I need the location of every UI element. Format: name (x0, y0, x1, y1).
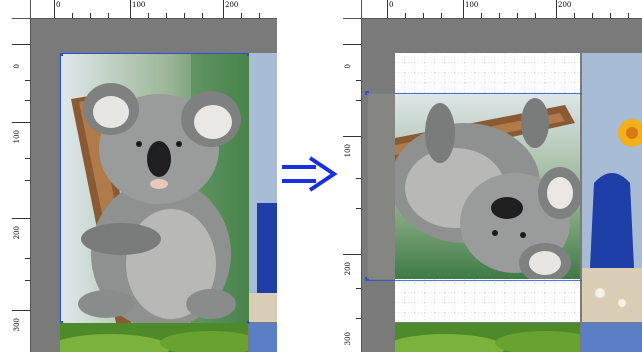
leaf-photo[interactable] (395, 323, 580, 352)
ruler-corner (12, 0, 31, 19)
selection-handle[interactable] (61, 54, 63, 56)
bottom-right-photo[interactable] (582, 323, 642, 352)
ruler-label: 0 (13, 64, 21, 69)
horizontal-ruler: 0 100 200 (12, 0, 277, 19)
ruler-label: 100 (344, 144, 352, 158)
vertical-ruler: 0 100 200 300 (343, 18, 362, 352)
ruler-corner (343, 0, 362, 19)
ruler-label: 200 (558, 1, 572, 9)
leaf-photo[interactable] (60, 323, 248, 352)
editor-before: 0 100 200 0 100 200 300 (12, 0, 277, 352)
koala-photo[interactable] (60, 53, 250, 324)
ruler-label: 300 (344, 332, 352, 346)
vase-photo[interactable] (249, 53, 277, 322)
vertical-ruler: 0 100 200 300 (12, 18, 31, 352)
image-overhang (367, 93, 395, 279)
canvas-area[interactable] (362, 19, 642, 352)
vase-photo[interactable] (582, 53, 642, 322)
ruler-label: 200 (13, 226, 21, 240)
canvas-area[interactable] (31, 19, 277, 352)
horizontal-ruler: 0 100 200 (343, 0, 642, 19)
ruler-label: 0 (56, 1, 61, 9)
editor-after: 0 100 200 0 100 200 300 (343, 0, 642, 352)
ruler-label: 0 (389, 1, 394, 9)
ruler-label: 200 (225, 1, 239, 9)
transform-arrow-icon (278, 150, 340, 200)
ruler-label: 100 (465, 1, 479, 9)
ruler-label: 100 (132, 1, 146, 9)
bottom-right-photo[interactable] (249, 323, 277, 352)
ruler-label: 0 (344, 64, 352, 69)
ruler-label: 100 (13, 130, 21, 144)
ruler-label: 300 (13, 318, 21, 332)
ruler-label: 200 (344, 262, 352, 276)
